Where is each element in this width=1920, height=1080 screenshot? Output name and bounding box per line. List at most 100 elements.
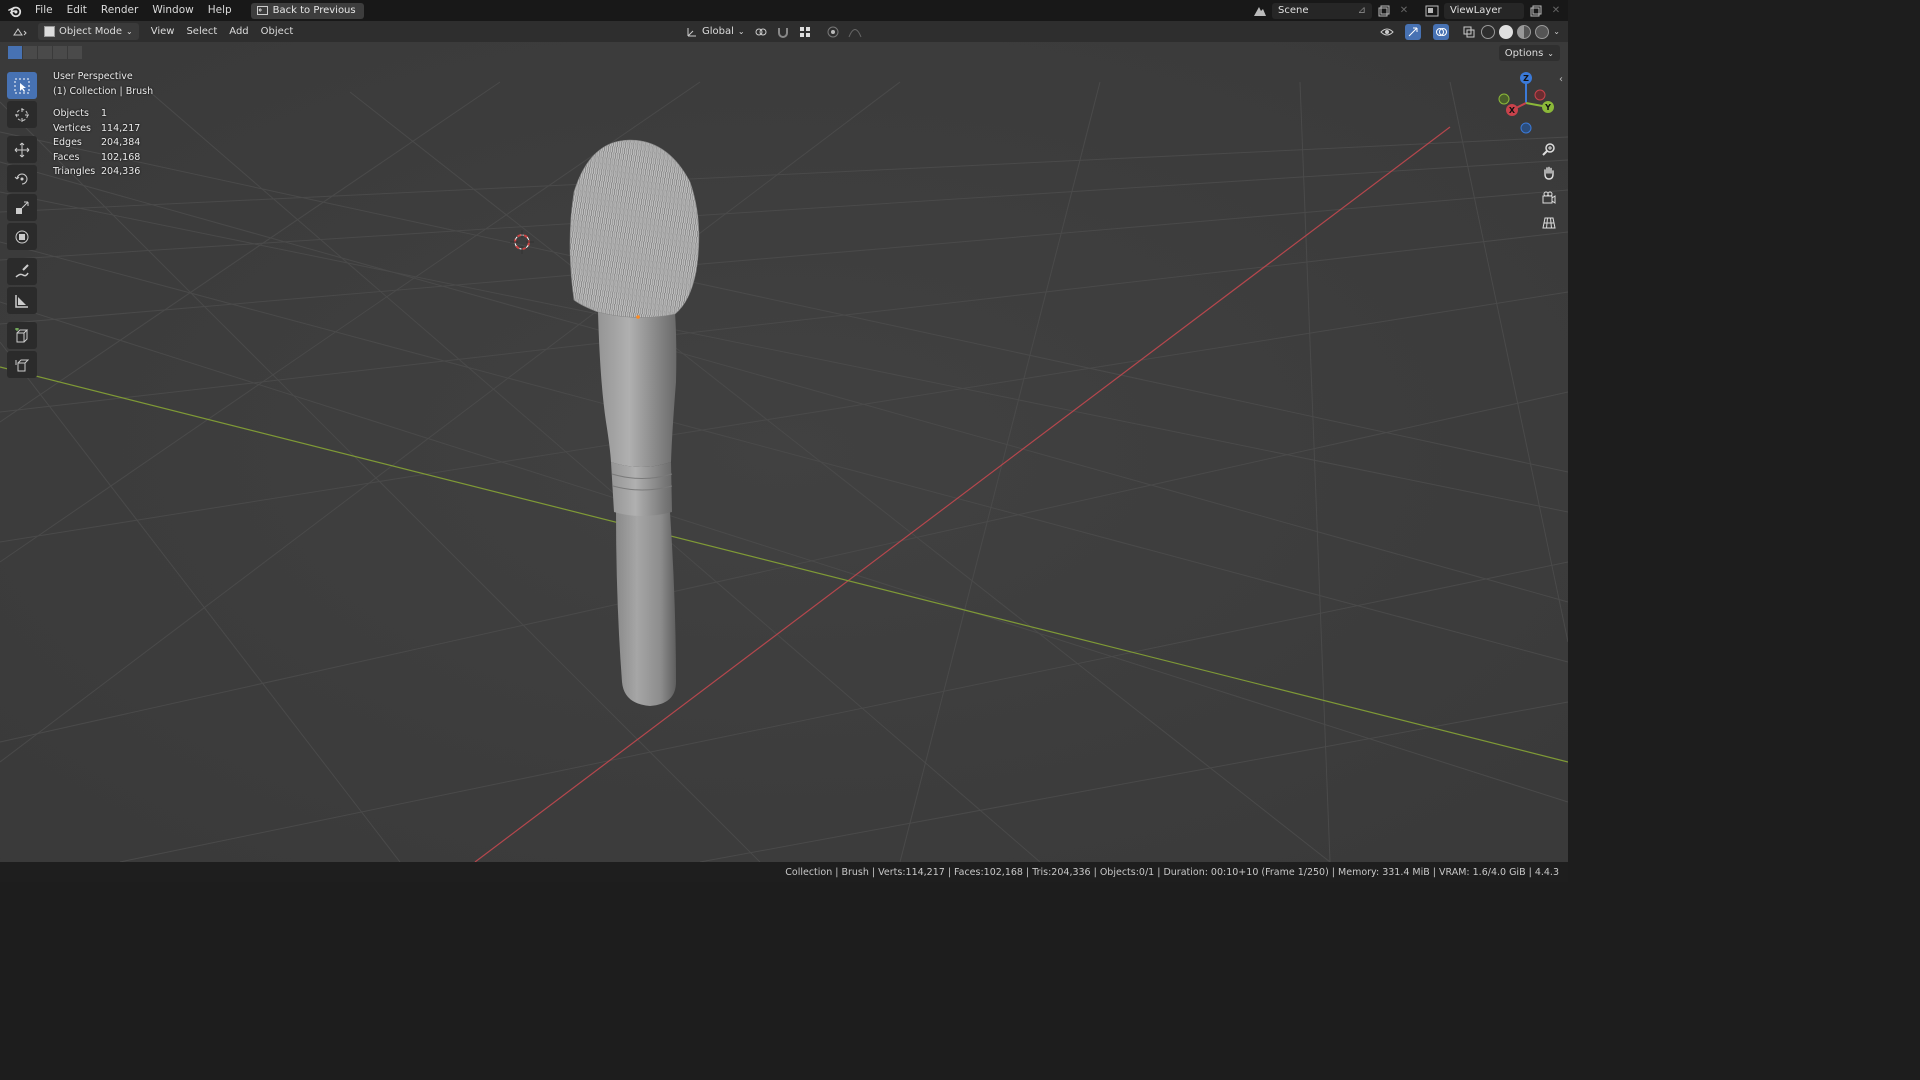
tool-rotate[interactable]: [7, 165, 37, 192]
snap-increment-icon[interactable]: [797, 24, 813, 40]
add-cube-icon: [15, 327, 29, 342]
chevron-down-icon: ⌄: [126, 27, 133, 36]
menu-file[interactable]: File: [28, 0, 60, 21]
select-new-icon[interactable]: [8, 46, 22, 59]
gizmo-toggle-icon[interactable]: [1405, 23, 1422, 40]
delete-view-layer-icon[interactable]: ✕: [1548, 3, 1564, 19]
viewport-display-tools: ⌄: [1379, 21, 1560, 42]
tool-transform[interactable]: [7, 223, 37, 250]
snap-magnet-icon[interactable]: [775, 24, 791, 40]
measure-icon: [15, 294, 28, 308]
pivot-point-icon[interactable]: [753, 24, 769, 40]
menu-object[interactable]: Object: [255, 23, 300, 40]
transform-icon: [15, 230, 29, 243]
xray-toggle-icon[interactable]: [1461, 24, 1477, 40]
options-dropdown[interactable]: Options ⌄: [1498, 45, 1560, 61]
menu-select[interactable]: Select: [180, 23, 223, 40]
object-visibility-icon[interactable]: [1379, 24, 1395, 40]
transform-tools: Global ⌄: [684, 21, 863, 42]
tool-cursor[interactable]: [7, 101, 37, 128]
scene-type-icon[interactable]: [1252, 3, 1268, 19]
menu-render[interactable]: Render: [94, 0, 145, 21]
scale-icon: [16, 201, 29, 214]
move-icon: [14, 142, 30, 157]
tool-measure[interactable]: [7, 287, 37, 314]
solid-shading-icon[interactable]: [1499, 24, 1514, 39]
viewport-scene: [0, 42, 1568, 862]
top-right-controls: Scene ⊿ ✕ ViewLayer ✕: [1252, 0, 1568, 21]
view-layer-selector[interactable]: ViewLayer: [1444, 2, 1524, 19]
select-invert-icon[interactable]: [53, 46, 67, 59]
transform-orientation-label: Global: [702, 26, 734, 37]
menu-help[interactable]: Help: [201, 0, 239, 21]
grid-view-icon: [1542, 217, 1556, 229]
camera-icon: [1542, 191, 1556, 204]
tool-add-object[interactable]: [7, 351, 37, 378]
rendered-shading-icon[interactable]: [1535, 24, 1550, 39]
material-preview-icon[interactable]: [1517, 24, 1532, 39]
back-screen-icon: [256, 5, 268, 15]
annotate-icon: [15, 263, 29, 278]
select-box-icon: [14, 78, 30, 93]
menu-window[interactable]: Window: [145, 0, 200, 21]
wireframe-shading-icon[interactable]: [1481, 24, 1496, 39]
menu-edit[interactable]: Edit: [60, 0, 94, 21]
gizmo-y-label: Y: [1544, 103, 1551, 112]
camera-view-button[interactable]: [1538, 187, 1560, 209]
viewport-header: Object Mode ⌄ View Select Add Object Glo…: [0, 21, 1568, 42]
menu-view[interactable]: View: [145, 23, 181, 40]
view-layer-type-icon[interactable]: [1424, 3, 1440, 19]
orientation-axes-icon: [687, 27, 696, 36]
overlays-toggle-icon[interactable]: [1433, 23, 1450, 40]
pan-button[interactable]: [1538, 162, 1560, 184]
select-subtract-icon[interactable]: [38, 46, 52, 59]
back-to-previous-label: Back to Previous: [272, 5, 356, 16]
tool-select-box[interactable]: [7, 72, 37, 99]
gizmo-z-label: Z: [1523, 74, 1529, 83]
chevron-down-icon: ⌄: [737, 27, 745, 36]
tool-add-cube[interactable]: [7, 322, 37, 349]
object-mode-label: Object Mode: [59, 26, 122, 37]
magnifier-icon: [1542, 143, 1555, 156]
stat-label: Objects: [53, 108, 89, 119]
proportional-editing-icon[interactable]: [825, 24, 841, 40]
chevron-down-icon: ⌄: [1547, 48, 1554, 58]
back-to-previous-button[interactable]: Back to Previous: [250, 2, 364, 19]
editor-type-button[interactable]: [6, 23, 34, 40]
blender-logo-icon[interactable]: [8, 4, 22, 18]
3d-viewport[interactable]: Options ⌄ User Perspective (1) Collectio…: [0, 42, 1568, 862]
options-label: Options: [1504, 47, 1544, 59]
stat-value: 102,168: [101, 151, 141, 163]
stat-value: 204,384: [101, 137, 141, 148]
tool-annotate[interactable]: [7, 258, 37, 285]
zoom-button[interactable]: [1538, 138, 1560, 160]
scene-selector[interactable]: Scene ⊿: [1272, 2, 1372, 19]
scene-statistics: Objects 1 Vertices 114,217 Edges 204,384…: [53, 107, 153, 180]
cursor-icon: [15, 107, 29, 122]
menu-add[interactable]: Add: [223, 23, 254, 40]
stat-label: Vertices: [53, 122, 91, 134]
hand-icon: [1544, 166, 1554, 180]
rotate-icon: [14, 173, 28, 184]
new-scene-icon[interactable]: [1376, 3, 1392, 19]
tool-scale[interactable]: [7, 194, 37, 221]
perspective-toggle-button[interactable]: [1538, 212, 1560, 234]
transform-orientation-dropdown[interactable]: Global ⌄: [684, 23, 747, 40]
gizmo-x-label: X: [1509, 106, 1516, 115]
object-mode-dropdown[interactable]: Object Mode ⌄: [38, 23, 139, 40]
object-origin: [636, 315, 640, 319]
navigation-gizmo[interactable]: Z Y X: [1494, 70, 1560, 136]
scene-name: Scene: [1278, 5, 1309, 16]
3d-viewport-icon: [13, 27, 27, 35]
stat-value: 204,336: [101, 166, 141, 177]
proportional-falloff-icon[interactable]: [847, 24, 863, 40]
tool-move[interactable]: [7, 136, 37, 163]
view-name: User Perspective: [53, 71, 133, 82]
new-view-layer-icon[interactable]: [1528, 3, 1544, 19]
stat-value: 114,217: [101, 122, 141, 134]
pin-icon[interactable]: ⊿: [1358, 5, 1366, 16]
shading-options-chevron-icon[interactable]: ⌄: [1553, 27, 1560, 36]
select-extend-icon[interactable]: [23, 46, 37, 59]
select-intersect-icon[interactable]: [68, 46, 82, 59]
delete-scene-icon[interactable]: ✕: [1396, 3, 1412, 19]
